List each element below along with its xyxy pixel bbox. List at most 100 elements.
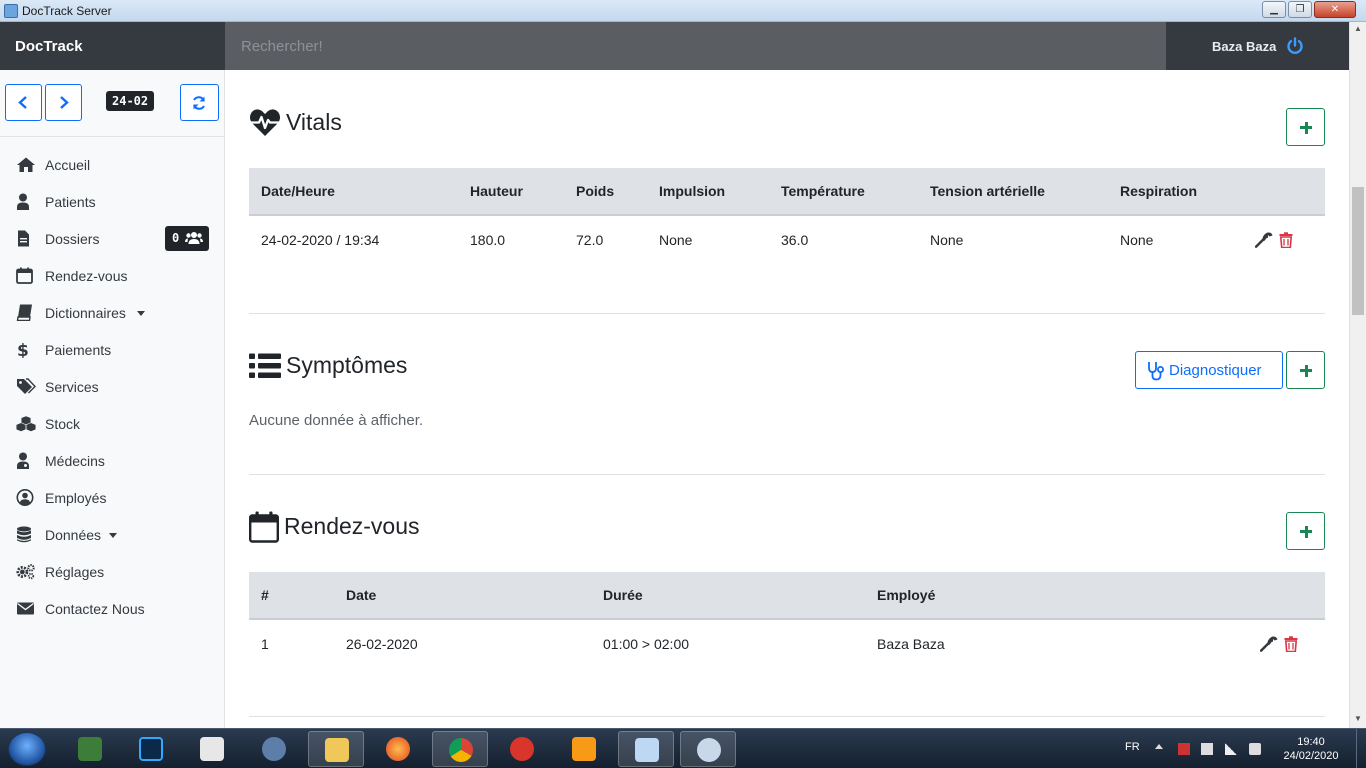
scrollbar-thumb[interactable] xyxy=(1352,187,1364,315)
column-header[interactable]: Impulsion xyxy=(647,168,769,216)
app-icon xyxy=(4,4,18,18)
sidebar-item-paiements[interactable]: $ Paiements xyxy=(0,331,224,368)
row-actions xyxy=(1260,619,1325,667)
sidebar-item-label: Stock xyxy=(45,416,81,432)
battery-icon[interactable] xyxy=(1201,743,1213,755)
taskbar-app-photoshop[interactable] xyxy=(123,731,179,767)
user-name[interactable]: Baza Baza xyxy=(1212,39,1276,54)
taskbar-app-sublime[interactable] xyxy=(556,731,612,767)
sidebar-item-label: Services xyxy=(45,379,99,395)
sidebar-item-label: Contactez Nous xyxy=(45,601,145,617)
page-scrollbar[interactable]: ▲ ▼ xyxy=(1349,22,1366,728)
add-appointment-button[interactable] xyxy=(1286,512,1325,550)
taskbar-app-doctrack[interactable] xyxy=(618,731,674,767)
trash-icon[interactable] xyxy=(1279,232,1293,248)
sidebar-item-reglages[interactable]: Réglages xyxy=(0,553,224,590)
scroll-up-icon[interactable]: ▲ xyxy=(1354,24,1362,33)
dossiers-count-badge: 0 xyxy=(165,226,209,251)
clock-time: 19:40 xyxy=(1297,736,1325,748)
column-header[interactable]: # xyxy=(249,572,334,620)
sidebar-item-rendez-vous[interactable]: Rendez-vous xyxy=(0,257,224,294)
current-date-badge: 24-02 xyxy=(106,91,155,111)
tray-expand-icon[interactable] xyxy=(1155,744,1163,749)
chevron-down-icon xyxy=(109,533,117,538)
sidebar-item-dossiers[interactable]: Dossiers 0 xyxy=(0,220,224,257)
sidebar-item-dictionnaires[interactable]: Dictionnaires xyxy=(0,294,224,331)
column-header[interactable]: Date/Heure xyxy=(249,168,458,216)
taskbar-app-settings[interactable] xyxy=(246,731,302,767)
window-title: DocTrack Server xyxy=(22,4,112,18)
sidebar-item-label: Dossiers xyxy=(45,231,100,247)
sidebar-item-label: Médecins xyxy=(45,453,105,469)
taskbar-app-firefox[interactable] xyxy=(370,731,426,767)
chevron-right-icon xyxy=(60,96,69,109)
prev-date-button[interactable] xyxy=(5,84,42,121)
cogs-icon xyxy=(16,564,35,580)
taskbar-app-ccleaner[interactable] xyxy=(494,731,550,767)
symptoms-empty-message: Aucune donnée à afficher. xyxy=(249,412,424,429)
language-indicator[interactable]: FR xyxy=(1125,741,1140,753)
table-cell: None xyxy=(930,231,964,248)
search-input[interactable] xyxy=(225,22,1166,70)
sidebar-item-label: Paiements xyxy=(45,342,112,358)
table-cell: 01:00 > 02:00 xyxy=(603,635,690,652)
refresh-button[interactable] xyxy=(180,84,219,121)
column-header[interactable]: Date xyxy=(334,572,591,620)
column-header[interactable]: Durée xyxy=(591,572,865,620)
taskbar-app-explorer[interactable] xyxy=(308,731,364,767)
paint-icon xyxy=(697,738,721,762)
sidebar-item-services[interactable]: Services xyxy=(0,368,224,405)
maximize-button[interactable]: ❐ xyxy=(1288,1,1312,18)
sidebar-item-stock[interactable]: Stock xyxy=(0,405,224,442)
sidebar-item-label: Données xyxy=(45,527,102,543)
column-header[interactable]: Tension artérielle xyxy=(918,168,1108,216)
table-cell: Baza Baza xyxy=(877,635,945,652)
wrench-icon[interactable] xyxy=(1260,636,1278,653)
sidebar-item-patients[interactable]: Patients xyxy=(0,183,224,220)
diagnose-button[interactable]: Diagnostiquer xyxy=(1135,351,1283,389)
volume-icon[interactable] xyxy=(1249,743,1261,755)
sidebar-item-medecins[interactable]: Médecins xyxy=(0,442,224,479)
show-desktop-button[interactable] xyxy=(1356,729,1366,768)
tags-icon xyxy=(17,378,36,394)
column-header[interactable]: Respiration xyxy=(1108,168,1255,216)
trash-icon[interactable] xyxy=(1284,636,1298,652)
column-header[interactable]: Poids xyxy=(564,168,647,216)
taskbar-app-chrome[interactable] xyxy=(432,731,488,767)
brand-logo[interactable]: DocTrack xyxy=(15,38,83,55)
start-button[interactable] xyxy=(8,732,46,766)
sidebar-item-contactez-nous[interactable]: Contactez Nous xyxy=(0,590,224,627)
wrench-icon[interactable] xyxy=(1255,232,1273,249)
scroll-down-icon[interactable]: ▼ xyxy=(1354,714,1362,723)
taskbar-app-paint[interactable] xyxy=(680,731,736,767)
column-header[interactable]: Température xyxy=(769,168,918,216)
network-icon[interactable] xyxy=(1225,743,1237,755)
table-cell: 180.0 xyxy=(470,231,506,248)
sidebar-item-label: Réglages xyxy=(45,564,105,580)
sidebar-item-donnees[interactable]: Données xyxy=(0,516,224,553)
chevron-left-icon xyxy=(18,96,27,109)
book-icon xyxy=(16,304,32,321)
taskbar-app-terminal[interactable] xyxy=(62,731,118,767)
sidebar-divider xyxy=(0,136,224,137)
add-symptom-button[interactable] xyxy=(1286,351,1325,389)
add-vital-button[interactable] xyxy=(1286,108,1325,146)
sidebar-item-accueil[interactable]: Accueil xyxy=(0,146,224,183)
database-icon xyxy=(17,526,31,543)
sidebar-item-label: Rendez-vous xyxy=(45,268,128,284)
power-icon[interactable] xyxy=(1286,37,1304,55)
photoshop-icon xyxy=(139,737,163,761)
chart-icon xyxy=(200,737,224,761)
minimize-button[interactable]: ▁ xyxy=(1262,1,1286,18)
taskbar-app-chart[interactable] xyxy=(184,731,240,767)
svg-text:$: $ xyxy=(17,341,29,358)
sidebar-item-employes[interactable]: Employés xyxy=(0,479,224,516)
user-icon xyxy=(17,193,29,210)
close-button[interactable]: ✕ xyxy=(1314,1,1356,18)
system-clock[interactable]: 19:40 24/02/2020 xyxy=(1283,735,1339,763)
flag-icon[interactable] xyxy=(1178,743,1190,755)
appointments-table: # Date Durée Employé 1 26-02-2020 01:00 … xyxy=(249,572,1325,667)
column-header[interactable]: Hauteur xyxy=(458,168,564,216)
next-date-button[interactable] xyxy=(45,84,82,121)
column-header[interactable]: Employé xyxy=(865,572,1260,620)
